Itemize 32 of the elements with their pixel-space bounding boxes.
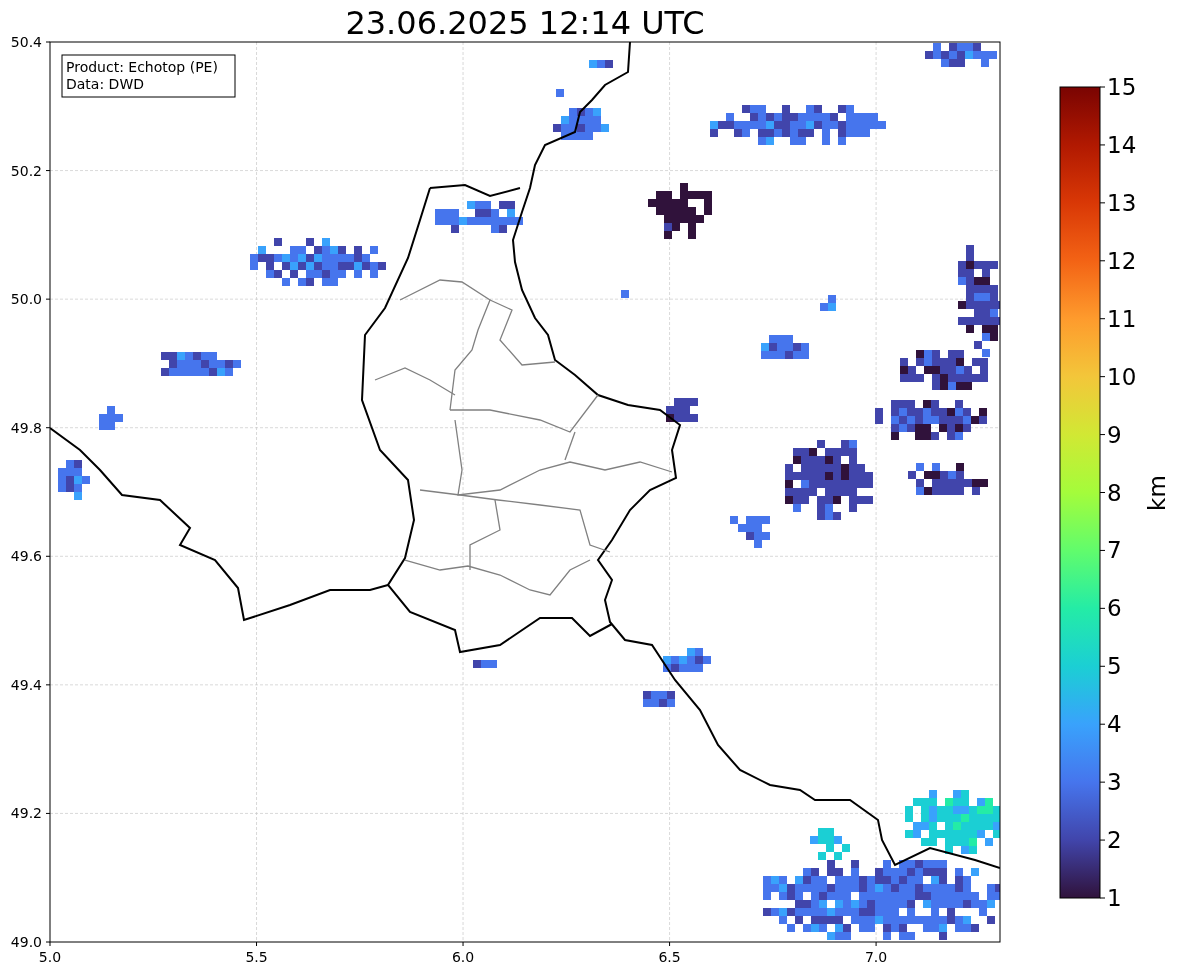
latitude-tick-label: 50.2: [10, 162, 42, 179]
latitude-tick-label: 49.0: [10, 934, 42, 950]
latitude-tick-label: 50.0: [10, 291, 42, 308]
longitude-tick-label: 5.0: [38, 949, 62, 965]
colorbar-tick-label: 1: [1107, 885, 1122, 911]
colorbar-tick-label: 2: [1107, 827, 1122, 854]
latitude-tick-label: 49.4: [10, 676, 42, 693]
colorbar-tick-label: 12: [1107, 247, 1137, 274]
colorbar-tick-label: 13: [1107, 189, 1137, 216]
colorbar-tick-label: 11: [1107, 305, 1137, 332]
colorbar-tick-label: 5: [1107, 653, 1122, 680]
colorbar-label: km: [1144, 475, 1170, 511]
colorbar-tick-label: 4: [1107, 711, 1122, 738]
colorbar-tick-label: 10: [1107, 363, 1137, 390]
latitude-tick-label: 49.6: [10, 548, 42, 565]
latitude-tick-label: 50.4: [10, 34, 42, 50]
longitude-tick-label: 7.0: [864, 949, 888, 965]
colorbar-tick-label: 3: [1107, 769, 1122, 796]
colorbar-tick-label: 15: [1107, 74, 1137, 100]
colorbar-tick-label: 9: [1107, 421, 1122, 448]
longitude-tick-label: 6.0: [451, 949, 475, 965]
info-text: Product: Echotop (PE): [66, 59, 218, 75]
colorbar-tick-label: 6: [1107, 595, 1122, 622]
info-text: Data: DWD: [66, 76, 144, 92]
longitude-tick-label: 5.5: [245, 949, 268, 965]
latitude-tick-label: 49.2: [10, 805, 42, 822]
colorbar-tick-label: 8: [1107, 479, 1122, 506]
longitude-tick-label: 6.5: [658, 949, 681, 965]
colorbar-tick-label: 14: [1107, 131, 1137, 158]
latitude-tick-label: 49.8: [10, 419, 42, 436]
chart-title: 23.06.2025 12:14 UTC: [345, 4, 705, 42]
colorbar-tick-label: 7: [1107, 537, 1122, 564]
